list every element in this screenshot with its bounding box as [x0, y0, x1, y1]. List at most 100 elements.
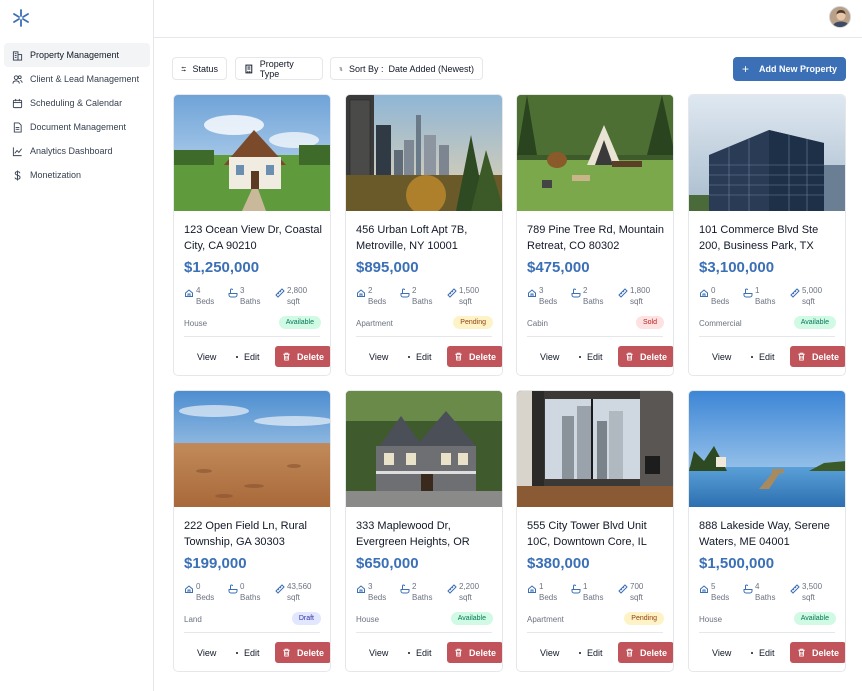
sidebar-item-label: Property Management: [30, 50, 120, 60]
eye-icon: [188, 355, 191, 358]
sqft-value: 2,200: [459, 582, 480, 591]
edit-button[interactable]: Edit: [751, 346, 775, 367]
property-type: House: [184, 319, 208, 328]
delete-button[interactable]: Delete: [618, 642, 673, 663]
beds-spec: 3 Beds: [356, 581, 386, 603]
cabin-photo[interactable]: [517, 95, 673, 211]
delete-button[interactable]: Delete: [790, 346, 845, 367]
property-address: 888 Lakeside Way, Serene Waters, ME 0400…: [699, 520, 830, 548]
view-button[interactable]: View: [703, 642, 731, 663]
property-card: 555 City Tower Blvd Unit 10C, Downtown C…: [516, 390, 674, 672]
edit-label: Edit: [759, 647, 775, 658]
property-card: 222 Open Field Ln, Rural Township, GA 30…: [173, 390, 331, 672]
card-divider: [356, 336, 492, 337]
delete-button[interactable]: Delete: [618, 346, 673, 367]
sqft-value: 5,000: [802, 286, 823, 295]
delete-label: Delete: [811, 351, 839, 362]
ruler-icon: [618, 288, 628, 298]
baths-label: Baths: [583, 297, 604, 306]
baths-label: Baths: [412, 593, 433, 602]
sidebar-item-analytics-dashboard[interactable]: Analytics Dashboard: [4, 139, 150, 163]
sqft-label: sqft: [459, 297, 472, 306]
baths-spec: 1 Baths: [571, 581, 603, 603]
sqft-spec: 1,800 sqft: [618, 285, 650, 307]
status-badge: Draft: [291, 612, 321, 625]
edit-button[interactable]: Edit: [579, 642, 603, 663]
pencil-icon: [236, 651, 238, 654]
eye-icon: [531, 355, 534, 358]
home-icon: [356, 584, 366, 594]
baths-count: 1: [755, 286, 760, 295]
sidebar-item-scheduling-calendar[interactable]: Scheduling & Calendar: [4, 91, 150, 115]
sidebar-item-document-management[interactable]: Document Management: [4, 115, 150, 139]
city-skyline-photo[interactable]: [346, 95, 502, 211]
view-button[interactable]: View: [703, 346, 731, 367]
eye-icon: [531, 651, 534, 654]
view-button[interactable]: View: [188, 346, 216, 367]
card-divider: [184, 336, 320, 337]
sidebar-item-monetization[interactable]: Monetization: [4, 163, 150, 187]
view-button[interactable]: View: [360, 642, 388, 663]
view-button[interactable]: View: [188, 642, 216, 663]
sqft-label: sqft: [287, 297, 300, 306]
beds-spec: 1 Beds: [527, 581, 557, 603]
baths-label: Baths: [412, 297, 433, 306]
add-new-property-button[interactable]: + Add New Property: [733, 57, 846, 81]
building-icon: [245, 64, 253, 73]
edit-button[interactable]: Edit: [408, 346, 432, 367]
office-building-photo[interactable]: [689, 95, 845, 211]
victorian-house-photo[interactable]: [346, 391, 502, 507]
status-badge: Available: [278, 316, 321, 329]
house-photo[interactable]: [174, 95, 330, 211]
sidebar: Property Management Client & Lead Manage…: [0, 0, 154, 691]
sidebar-item-label: Analytics Dashboard: [30, 146, 113, 156]
trash-icon: [455, 352, 462, 361]
sort-by-button[interactable]: Sort By : Date Added (Newest): [330, 57, 483, 80]
edit-button[interactable]: Edit: [408, 642, 432, 663]
edit-button[interactable]: Edit: [579, 346, 603, 367]
delete-button[interactable]: Delete: [275, 346, 330, 367]
chart-icon: [11, 145, 23, 157]
edit-button[interactable]: Edit: [236, 642, 260, 663]
view-button[interactable]: View: [360, 346, 388, 367]
sidebar-item-property-management[interactable]: Property Management: [4, 43, 150, 67]
property-address: 456 Urban Loft Apt 7B, Metroville, NY 10…: [356, 224, 468, 252]
view-label: View: [712, 351, 732, 362]
property-price: $3,100,000: [699, 259, 775, 276]
property-type: Commercial: [699, 319, 742, 328]
beds-spec: 0 Beds: [699, 285, 729, 307]
view-label: View: [540, 351, 560, 362]
beds-count: 4: [196, 286, 201, 295]
avatar[interactable]: [829, 6, 851, 28]
beds-label: Beds: [368, 593, 387, 602]
property-card: 789 Pine Tree Rd, Mountain Retreat, CO 8…: [516, 94, 674, 376]
baths-label: Baths: [755, 593, 776, 602]
property-address: 789 Pine Tree Rd, Mountain Retreat, CO 8…: [527, 224, 664, 252]
baths-label: Baths: [240, 297, 261, 306]
status-badge: Sold: [635, 316, 664, 329]
property-type-filter-button[interactable]: Property Type: [235, 57, 323, 80]
delete-button[interactable]: Delete: [275, 642, 330, 663]
field-photo[interactable]: [174, 391, 330, 507]
bath-icon: [571, 288, 581, 298]
lake-dock-photo[interactable]: [689, 391, 845, 507]
delete-button[interactable]: Delete: [447, 346, 502, 367]
view-button[interactable]: View: [531, 642, 559, 663]
view-button[interactable]: View: [531, 346, 559, 367]
baths-spec: 2 Baths: [571, 285, 603, 307]
property-price: $1,500,000: [699, 555, 775, 572]
edit-button[interactable]: Edit: [236, 346, 260, 367]
logo-icon[interactable]: [11, 8, 31, 28]
eye-icon: [188, 651, 191, 654]
edit-button[interactable]: Edit: [751, 642, 775, 663]
property-specs: 0 Beds 1 Baths 5,000 sqft: [699, 285, 844, 309]
delete-button[interactable]: Delete: [447, 642, 502, 663]
apartment-interior-photo[interactable]: [517, 391, 673, 507]
status-filter-button[interactable]: Status: [172, 57, 227, 80]
sidebar-nav: Property Management Client & Lead Manage…: [4, 43, 150, 187]
delete-button[interactable]: Delete: [790, 642, 845, 663]
eye-icon: [703, 651, 706, 654]
status-filter-label: Status: [192, 63, 218, 74]
sidebar-item-client-lead-management[interactable]: Client & Lead Management: [4, 67, 150, 91]
property-card: 333 Maplewood Dr, Evergreen Heights, OR …: [345, 390, 503, 672]
